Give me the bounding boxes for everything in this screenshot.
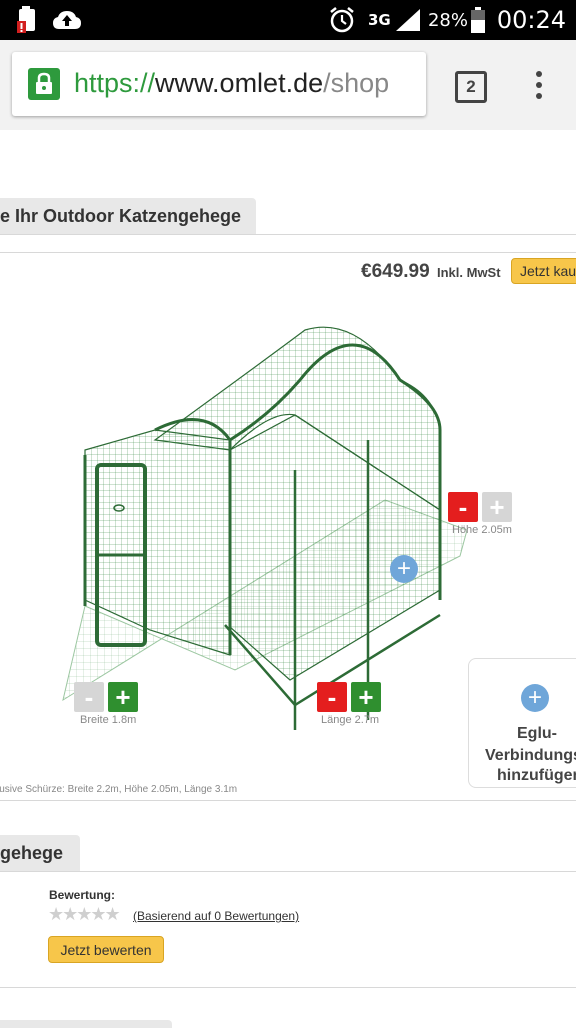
dimensions-text: lusive Schürze: Breite 2.2m, Höhe 2.05m,… — [0, 784, 238, 795]
add-accessory-icon[interactable]: + — [390, 555, 418, 583]
height-label: Höhe 2.05m — [452, 524, 512, 536]
sim-alert-icon — [14, 0, 40, 40]
lock-icon — [28, 68, 60, 100]
divider — [0, 234, 576, 235]
width-increase-button[interactable]: + — [108, 682, 138, 712]
height-decrease-button[interactable]: - — [448, 492, 478, 522]
signal-icon — [394, 0, 422, 40]
buy-now-button[interactable]: Jetzt kau — [511, 258, 576, 284]
review-count-link[interactable]: (Basierend auf 0 Bewertungen) — [133, 909, 299, 923]
price: €649.99 — [361, 261, 430, 282]
divider — [0, 252, 576, 253]
battery-percent: 28% — [427, 9, 468, 31]
section-title: e Ihr Outdoor Katzengehege — [0, 198, 256, 234]
length-decrease-button[interactable]: - — [317, 682, 347, 712]
section3-tab — [0, 1020, 172, 1028]
tab-switcher-button[interactable]: 2 — [455, 71, 487, 103]
rate-now-button[interactable]: Jetzt bewerten — [48, 936, 164, 963]
address-bar[interactable]: https://www.omlet.de/shop — [12, 52, 426, 116]
url-text: https://www.omlet.de/shop — [74, 68, 389, 99]
width-decrease-button[interactable]: - — [74, 682, 104, 712]
add-icon: + — [521, 684, 549, 712]
alarm-icon — [328, 0, 356, 40]
section2-title: gehege — [0, 835, 80, 871]
enclosure-illustration — [62, 326, 468, 730]
divider — [0, 987, 576, 988]
battery-icon — [470, 0, 486, 40]
width-label: Breite 1.8m — [80, 714, 137, 726]
eglu-connect-card[interactable]: + Eglu- Verbindungss hinzufügen — [468, 658, 576, 788]
length-label: Länge 2.7m — [321, 714, 380, 726]
network-type: 3G — [368, 11, 391, 29]
height-increase-button[interactable]: + — [482, 492, 512, 522]
eglu-line3: hinzufügen — [497, 767, 576, 784]
page-content: e Ihr Outdoor Katzengehege €649.99 Inkl.… — [0, 130, 576, 1028]
review-label: Bewertung: — [49, 888, 115, 902]
divider — [0, 800, 576, 801]
rating-stars: ★★★★★ — [48, 904, 121, 924]
length-increase-button[interactable]: + — [351, 682, 381, 712]
menu-icon[interactable] — [532, 70, 546, 100]
url-host: www.omlet.de — [155, 68, 324, 98]
status-bar: 3G 28% 00:24 — [0, 0, 576, 40]
url-scheme: https:// — [74, 68, 156, 98]
browser-toolbar: https://www.omlet.de/shop 2 — [0, 40, 576, 130]
url-path: /shop — [323, 68, 390, 98]
divider — [0, 871, 576, 872]
cloud-upload-icon — [52, 0, 82, 40]
eglu-line2: Verbindungss — [485, 747, 576, 764]
eglu-line1: Eglu- — [517, 725, 557, 742]
price-note: Inkl. MwSt — [437, 265, 501, 280]
clock: 00:24 — [496, 6, 566, 34]
